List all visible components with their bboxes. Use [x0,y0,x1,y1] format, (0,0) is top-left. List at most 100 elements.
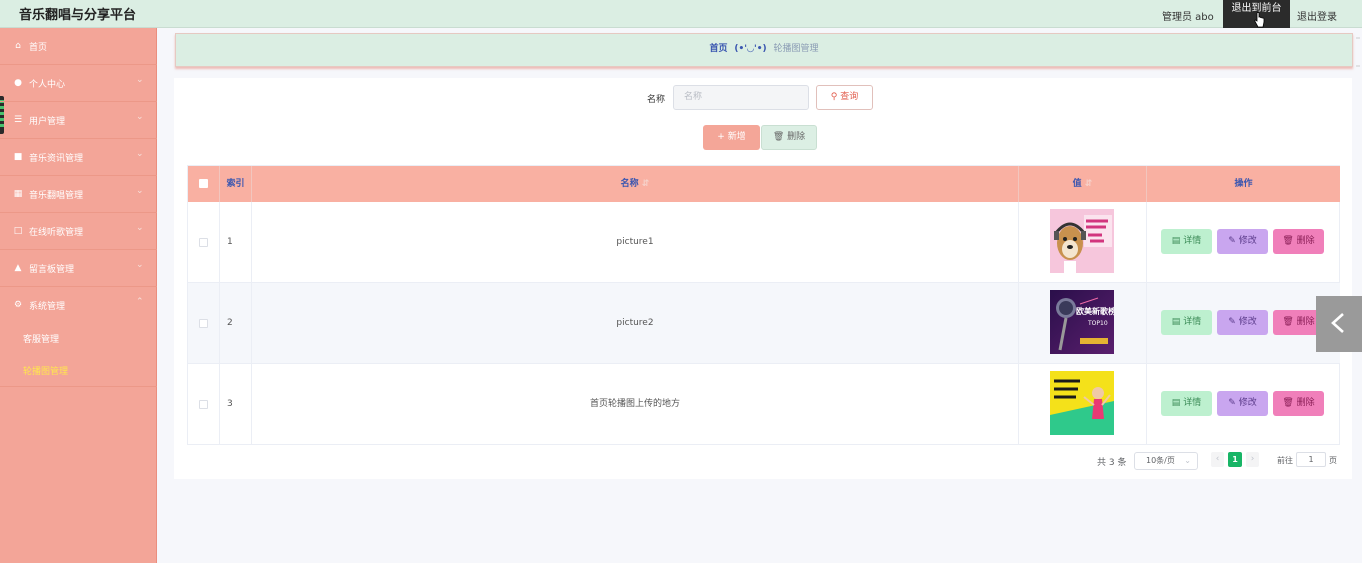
trash-icon: 🗑 [1282,398,1294,408]
add-button-label: 新增 [727,132,746,142]
sort-icon: ⇵ [1084,179,1093,189]
batch-delete-label: 删除 [787,132,806,142]
edit-icon: ✎ [1228,398,1236,408]
plus-icon: + [717,132,725,142]
query-button[interactable]: ⚲ 查询 [816,85,873,110]
table-row: 2 picture2 欧美新歌榜 TOP10 ▤ 详情 ✎ 修改 🗑 删除 [188,283,1340,364]
chevron-down-icon: ⌄ [136,186,144,196]
logout-button[interactable]: 退出登录 [1297,8,1337,23]
detail-button[interactable]: ▤ 详情 [1161,229,1212,254]
edit-button[interactable]: ✎ 修改 [1217,310,1268,335]
sidebar-item-label: 留言板管理 [29,265,75,275]
sidebar-item-system[interactable]: ⚙ 系统管理 ⌃ 客服管理 轮播图管理 [0,287,157,387]
col-value-label: 值 [1072,179,1082,189]
col-name[interactable]: 名称 ⇵ [252,166,1019,202]
row-index: 2 [220,283,252,364]
detail-label: 详情 [1183,236,1202,246]
thumbnail-subtitle: TOP10 [1087,320,1108,327]
prev-page-button[interactable]: ‹ [1211,452,1224,467]
table-row: 3 首页轮播图上传的地方 ▤ 详情 ✎ 修改 🗑 删除 [188,364,1340,445]
detail-button[interactable]: ▤ 详情 [1161,391,1212,416]
person-icon: ▲ [14,263,22,273]
sidebar-item-music-cover[interactable]: ▦ 音乐翻唱管理 ⌄ [0,176,157,213]
video-icon: ■ [13,152,23,162]
home-icon: ⌂ [15,41,21,51]
select-all-cell [188,166,220,202]
breadcrumb-current: 轮播图管理 [773,44,819,54]
edit-icon: ✎ [1228,317,1236,327]
chevron-down-icon: ⌄ [136,112,144,122]
chevron-down-icon: ⌄ [136,260,144,270]
search-input[interactable]: 名称 [673,85,809,110]
page-size-select[interactable]: 10条/页 ⌄ [1134,452,1198,470]
top-bar: 音乐翻唱与分享平台 管理员 abo 退出到前台 退出登录 [0,0,1362,28]
data-table: 索引 名称 ⇵ 值 ⇵ 操作 1 picture1 ▤ 详情 ✎ 修改 🗑 删除… [187,165,1340,445]
sidebar-item-online-listening[interactable]: □ 在线听歌管理 ⌄ [0,213,157,250]
sidebar-subitem-carousel[interactable]: 轮播图管理 [23,364,68,377]
sidebar-item-message-board[interactable]: ▲ 留言板管理 ⌄ [0,250,157,287]
add-button[interactable]: + 新增 [703,125,760,150]
sidebar-subitem-customer-service[interactable]: 客服管理 [23,332,59,345]
thumbnail-picture1 [1050,209,1114,273]
chevron-down-icon: ⌄ [136,223,144,233]
edit-button[interactable]: ✎ 修改 [1217,229,1268,254]
sidebar-item-label: 用户管理 [29,117,66,127]
row-select-cell [188,364,220,445]
detail-icon: ▤ [1171,236,1181,246]
col-actions: 操作 [1234,179,1253,189]
delete-button[interactable]: 🗑 删除 [1273,391,1324,416]
sidebar-item-user-management[interactable]: ☰ 用户管理 ⌄ [0,102,157,139]
sidebar-item-label: 在线听歌管理 [29,228,84,238]
trash-icon: 🗑 [1282,236,1294,246]
floating-side-tab[interactable] [1316,296,1362,352]
page-number-current[interactable]: 1 [1228,452,1242,467]
thumbnail-picture3 [1050,371,1114,435]
delete-button[interactable]: 🗑 删除 [1273,229,1324,254]
col-index: 索引 [220,166,252,202]
goto-page-input[interactable]: 1 [1296,452,1326,467]
detail-label: 详情 [1183,398,1202,408]
edit-button[interactable]: ✎ 修改 [1217,391,1268,416]
detail-button[interactable]: ▤ 详情 [1161,310,1212,335]
breadcrumb-home[interactable]: 首页 [710,44,728,54]
page-size-value: 10条/页 [1146,456,1175,465]
trash-icon: 🗑 [1282,317,1294,327]
thumbnail-title: 欧美新歌榜 [1076,306,1114,316]
row-index: 3 [220,364,252,445]
detail-icon: ▤ [1171,398,1181,408]
goto-label: 前往 [1277,456,1293,465]
row-checkbox[interactable] [199,319,208,328]
search-label: 名称 [647,95,666,105]
sidebar-item-label: 音乐翻唱管理 [29,191,84,201]
fullscreen-icon: □ [13,226,23,236]
breadcrumb: 首页 (•'◡'•) 轮播图管理 [175,33,1353,67]
chevron-down-icon: ⌄ [136,149,144,159]
batch-delete-button[interactable]: 🗑 删除 [761,125,817,150]
row-checkbox[interactable] [199,400,208,409]
list-icon: ☰ [13,115,23,125]
row-checkbox[interactable] [199,238,208,247]
select-all-checkbox[interactable] [199,179,208,188]
sidebar-item-label: 个人中心 [29,80,66,90]
delete-label: 删除 [1296,398,1315,408]
chevron-up-icon: ⌃ [136,297,144,307]
next-page-button[interactable]: › [1246,452,1259,467]
row-name: picture1 [252,202,1019,283]
sort-icon: ⇵ [641,179,650,189]
scroll-edge [1354,36,1362,68]
sidebar: ⌂ 首页 ● 个人中心 ⌄ ☰ 用户管理 ⌄ ■ 音乐资讯管理 ⌄ ▦ 音乐翻唱… [0,28,157,563]
detail-icon: ▤ [1171,317,1181,327]
breadcrumb-separator: (•'◡'•) [734,44,767,54]
sidebar-item-label: 系统管理 [29,302,66,312]
col-value[interactable]: 值 ⇵ [1019,166,1147,202]
edit-label: 修改 [1238,236,1257,246]
sidebar-item-personal-center[interactable]: ● 个人中心 ⌄ [0,65,157,102]
grid-icon: ▦ [13,189,23,199]
sidebar-item-home[interactable]: ⌂ 首页 [0,28,157,65]
sidebar-item-music-news[interactable]: ■ 音乐资讯管理 ⌄ [0,139,157,176]
chevron-left-icon [1331,313,1344,333]
row-select-cell [188,283,220,364]
user-icon: ● [14,78,22,88]
edit-label: 修改 [1238,317,1257,327]
goto-unit-label: 页 [1329,456,1337,465]
